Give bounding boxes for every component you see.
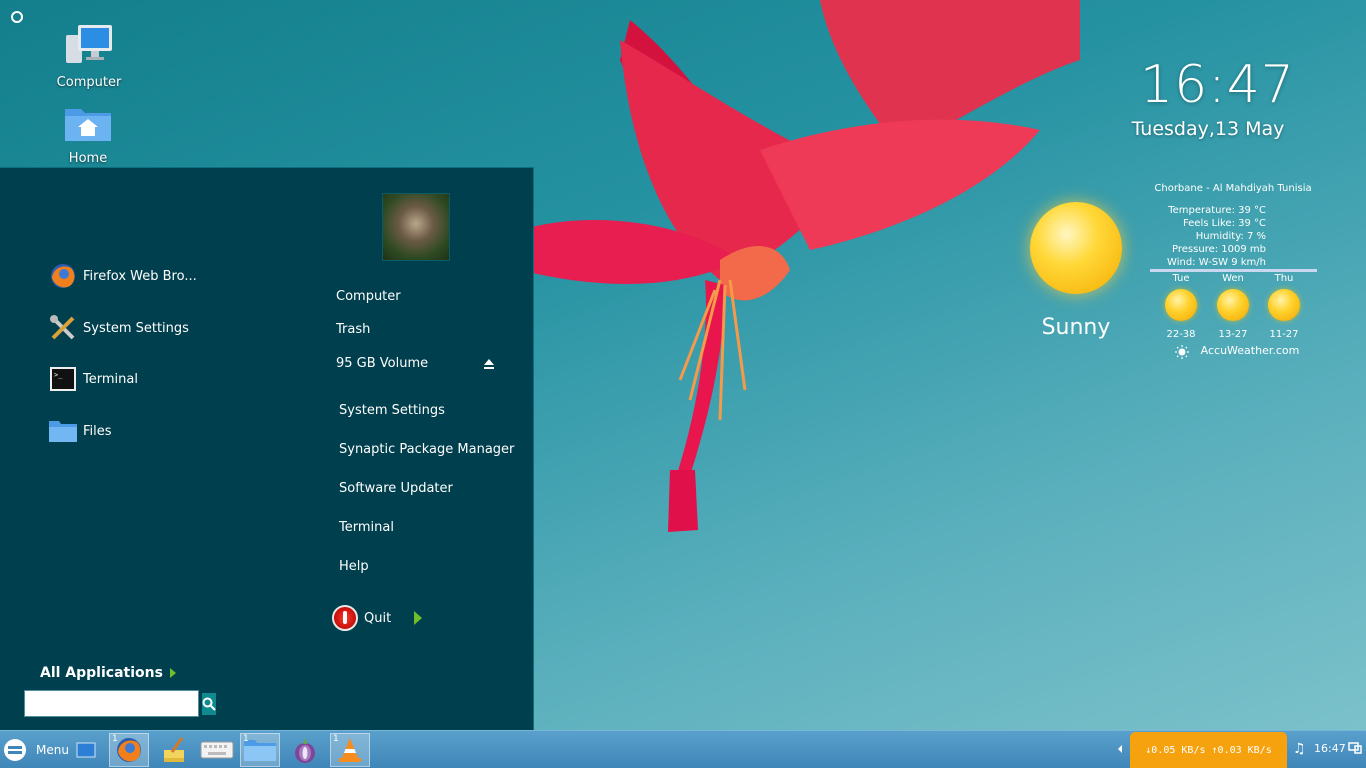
eject-icon[interactable] <box>483 358 495 370</box>
network-speed-monitor[interactable]: ↓0.05 KB/s ↑0.03 KB/s <box>1130 732 1287 768</box>
weather-location: Chorbane - Al Mahdiyah Tunisia <box>1154 183 1312 194</box>
forecast-sun-icon <box>1217 289 1249 321</box>
svg-text:>_: >_ <box>54 371 63 379</box>
menu-logo-icon <box>4 739 26 761</box>
terminal-icon: >_ <box>48 364 78 394</box>
firefox-icon <box>48 261 78 291</box>
quit-options-arrow-icon[interactable] <box>413 610 423 626</box>
show-desktop-icon <box>76 742 96 758</box>
small-sun-icon <box>1175 345 1189 359</box>
forecast-range: 22-38 <box>1166 329 1196 340</box>
favorite-firefox[interactable]: Firefox Web Bro... <box>48 261 197 291</box>
favorite-terminal[interactable]: >_ Terminal <box>48 364 138 394</box>
place-volume[interactable]: 95 GB Volume <box>336 356 428 371</box>
clock-date: Tuesday,13 May <box>1131 118 1285 140</box>
firefox-icon <box>117 738 141 762</box>
wallpaper-flower <box>520 0 1080 532</box>
forecast-range: 11-27 <box>1269 329 1299 340</box>
show-desktop-button[interactable] <box>66 733 106 767</box>
favorite-system-settings[interactable]: System Settings <box>48 313 189 343</box>
weather-source-link[interactable]: AccuWeather.com <box>1200 344 1300 357</box>
taskbar-menu-button[interactable]: Menu <box>4 739 69 761</box>
window-count-badge: 1 <box>112 734 118 744</box>
all-applications-button[interactable]: All Applications <box>40 665 177 681</box>
favorite-files[interactable]: Files <box>48 416 112 446</box>
synaptic-item[interactable]: Synaptic Package Manager <box>339 442 514 457</box>
taskbar-files[interactable]: 1 <box>240 733 280 767</box>
keyboard-icon <box>200 741 234 759</box>
weather-wind: Wind: W-SW 9 km/h <box>1167 257 1266 268</box>
search-box <box>24 690 216 717</box>
weather-humidity: Humidity: 7 % <box>1195 231 1266 242</box>
start-menu: Firefox Web Bro... System Settings >_ Te… <box>0 167 534 730</box>
window-count-badge: 1 <box>243 734 249 744</box>
weather-temperature: Temperature: 39 °C <box>1168 205 1266 216</box>
favorite-label: Firefox Web Bro... <box>83 268 197 284</box>
chevron-right-icon <box>169 668 176 678</box>
computer-icon <box>44 23 134 71</box>
clock-time: 16:47 <box>1140 55 1295 115</box>
activity-indicator-icon[interactable] <box>11 11 23 23</box>
taskbar-menu-label: Menu <box>36 743 69 757</box>
quit-button[interactable]: Quit <box>332 605 391 631</box>
sun-icon <box>1030 202 1122 294</box>
software-updater-item[interactable]: Software Updater <box>339 481 453 496</box>
weather-details: Temperature: 39 °C Feels Like: 39 °C Hum… <box>1150 204 1266 269</box>
weather-condition: Sunny <box>1041 315 1111 340</box>
place-trash[interactable]: Trash <box>336 322 370 337</box>
forecast-sun-icon <box>1165 289 1197 321</box>
forecast-day: Thu <box>1274 273 1294 284</box>
folder-icon <box>48 416 78 446</box>
weather-feels-like: Feels Like: 39 °C <box>1182 218 1266 229</box>
desktop-icon-label: Home <box>68 151 108 166</box>
desktop-icon-label: Computer <box>56 75 122 90</box>
forecast-day: Wen <box>1222 273 1244 284</box>
search-input[interactable] <box>25 691 200 716</box>
desktop-icon-home[interactable]: Home <box>43 103 133 166</box>
broom-cleaner-icon <box>164 737 184 762</box>
favorite-label: System Settings <box>83 320 189 336</box>
user-avatar[interactable] <box>382 193 450 261</box>
taskbar-tor-browser[interactable] <box>285 733 325 767</box>
home-folder-icon <box>43 103 133 147</box>
taskbar-clock[interactable]: 16:47 <box>1314 742 1346 755</box>
tor-onion-icon <box>295 738 315 763</box>
forecast-range: 13-27 <box>1218 329 1248 340</box>
terminal-item[interactable]: Terminal <box>339 520 394 535</box>
forecast-sun-icon <box>1268 289 1300 321</box>
favorite-label: Files <box>83 423 112 439</box>
taskbar-onscreen-keyboard[interactable] <box>197 733 237 767</box>
power-icon <box>332 605 358 631</box>
vlc-cone-icon <box>339 738 361 762</box>
forecast-day: Tue <box>1172 273 1190 284</box>
weather-divider <box>1150 269 1317 272</box>
all-applications-label: All Applications <box>40 665 163 681</box>
weather-pressure: Pressure: 1009 mb <box>1172 244 1266 255</box>
help-item[interactable]: Help <box>339 559 369 574</box>
desktop-icon-computer[interactable]: Computer <box>44 23 134 90</box>
quit-label: Quit <box>364 610 392 626</box>
taskbar-bleachbit[interactable] <box>154 733 194 767</box>
display-icon[interactable] <box>1348 742 1362 754</box>
tray-collapse-arrow-icon[interactable] <box>1117 744 1123 754</box>
favorite-label: Terminal <box>83 371 138 387</box>
window-count-badge: 1 <box>333 734 339 744</box>
system-settings-item[interactable]: System Settings <box>339 403 445 418</box>
taskbar-firefox[interactable]: 1 <box>109 733 149 767</box>
search-icon[interactable] <box>202 693 216 715</box>
taskbar-vlc[interactable]: 1 <box>330 733 370 767</box>
music-player-icon[interactable]: ♫ <box>1293 741 1306 757</box>
settings-tools-icon <box>48 313 78 343</box>
place-computer[interactable]: Computer <box>336 289 401 304</box>
